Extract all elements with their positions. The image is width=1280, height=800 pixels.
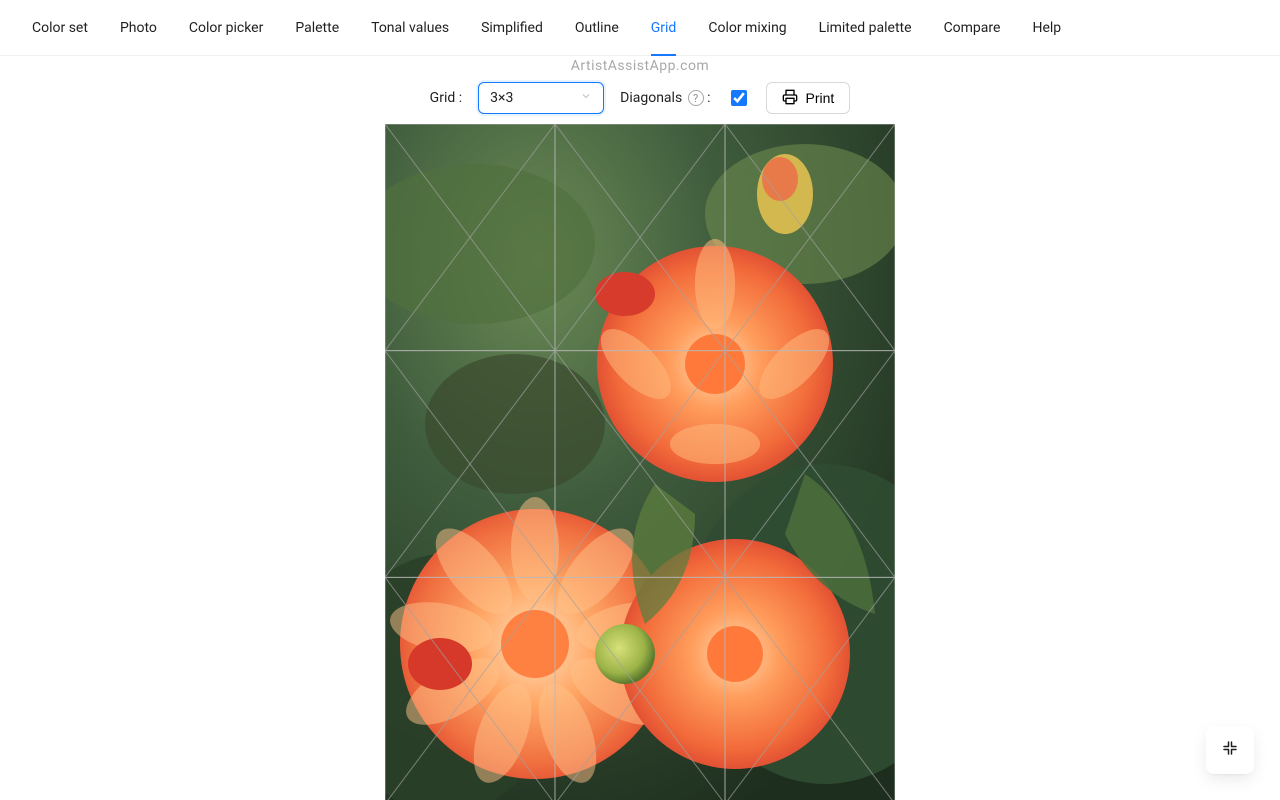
fullscreen-toggle-button[interactable] — [1206, 726, 1254, 774]
main-tabs: Color set Photo Color picker Palette Tonal v… — [0, 0, 1280, 56]
tab-color-mixing[interactable]: Color mixing — [708, 0, 786, 56]
watermark-text: ArtistAssistApp.com — [571, 58, 709, 74]
tab-compare[interactable]: Compare — [944, 0, 1001, 56]
help-icon[interactable]: ? — [688, 90, 704, 106]
grid-size-select[interactable]: 3×3 — [478, 82, 604, 114]
photo-with-grid — [385, 124, 895, 800]
tab-grid[interactable]: Grid — [651, 0, 677, 56]
tab-help[interactable]: Help — [1032, 0, 1061, 56]
diagonals-label: Diagonals ? : — [620, 90, 710, 107]
tab-tonal-values[interactable]: Tonal values — [371, 0, 449, 56]
chevron-down-icon — [580, 90, 592, 106]
tab-limited-palette[interactable]: Limited palette — [819, 0, 912, 56]
tab-simplified[interactable]: Simplified — [481, 0, 543, 56]
tab-outline[interactable]: Outline — [575, 0, 619, 56]
tab-palette[interactable]: Palette — [295, 0, 339, 56]
canvas-area — [0, 124, 1280, 800]
grid-controls: Grid : 3×3 Diagonals ? : Print — [0, 82, 1280, 114]
print-button[interactable]: Print — [766, 82, 851, 114]
tab-color-set[interactable]: Color set — [32, 0, 88, 56]
grid-label: Grid : — [430, 90, 462, 106]
printer-icon — [782, 89, 798, 108]
grid-size-value: 3×3 — [490, 90, 513, 106]
grid-overlay — [385, 124, 895, 800]
tab-photo[interactable]: Photo — [120, 0, 157, 56]
tab-color-picker[interactable]: Color picker — [189, 0, 263, 56]
diagonals-checkbox[interactable] — [731, 90, 747, 106]
fullscreen-exit-icon — [1221, 739, 1239, 761]
